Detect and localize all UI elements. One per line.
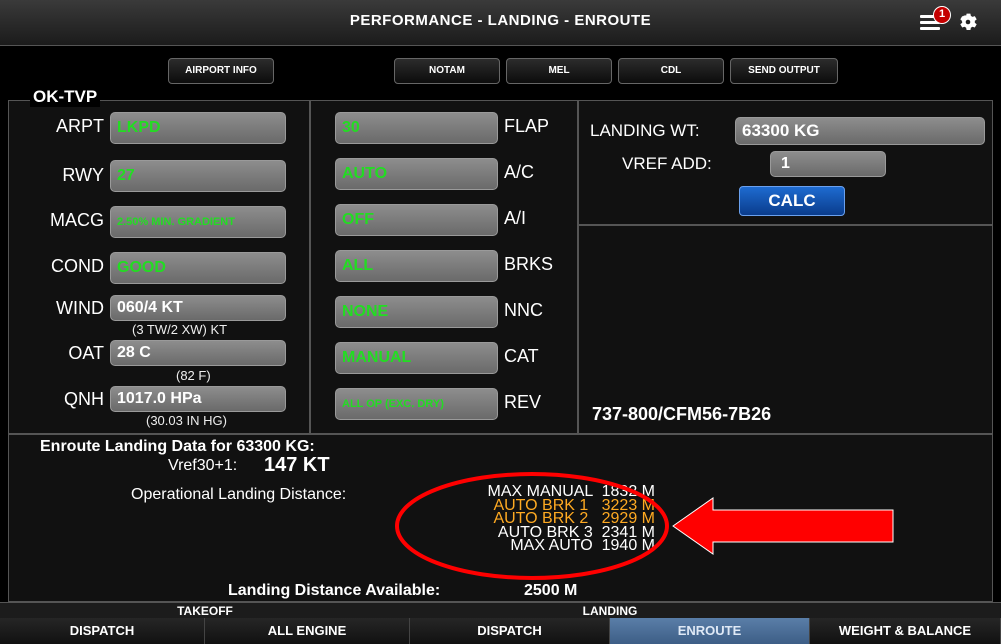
vref-value: 147 KT <box>264 454 330 476</box>
gear-icon[interactable] <box>956 10 980 34</box>
qnh-inhg: (30.03 IN HG) <box>146 413 227 428</box>
send-output-button[interactable]: SEND OUTPUT <box>730 58 838 84</box>
landing-group-label: LANDING <box>410 602 810 618</box>
wind-components: (3 TW/2 XW) KT <box>132 322 228 337</box>
wind-field[interactable]: 060/4 KT <box>110 295 286 321</box>
rwy-field[interactable]: 27 <box>110 160 286 192</box>
ac-label: A/C <box>504 162 535 182</box>
mel-button[interactable]: MEL <box>506 58 612 84</box>
brks-field[interactable]: ALL <box>335 250 498 282</box>
calc-button[interactable]: CALC <box>739 186 845 216</box>
rev-label: REV <box>504 392 542 412</box>
tab-landing-enroute[interactable]: ENROUTE <box>610 618 810 644</box>
macg-field[interactable]: 2.50% MIN. GRADIENT <box>110 206 286 238</box>
flap-field[interactable]: 30 <box>335 112 498 144</box>
ac-field[interactable]: AUTO <box>335 158 498 190</box>
wind-label: WIND <box>56 298 104 318</box>
landing-weight-field[interactable]: 63300 KG <box>735 117 985 145</box>
annotation-overlay <box>395 472 894 580</box>
oat-fahrenheit: (82 F) <box>176 368 211 383</box>
vref-label: Vref30+1: <box>168 457 238 474</box>
aircraft-registration: OK-TVP <box>30 87 101 107</box>
tab-landing-dispatch[interactable]: DISPATCH <box>410 618 610 644</box>
wb-group-spacer <box>810 602 1001 618</box>
rev-field[interactable]: ALL OP (EXC. DRY) <box>335 388 498 420</box>
cond-field[interactable]: GOOD <box>110 252 286 284</box>
landing-weight-label: LANDING WT: <box>590 121 700 140</box>
nnc-field[interactable]: NONE <box>335 296 498 328</box>
cdl-button[interactable]: CDL <box>618 58 724 84</box>
title-bar: PERFORMANCE - LANDING - ENROUTE 1 <box>0 0 1001 46</box>
annotation-arrow <box>672 497 894 555</box>
tab-takeoff-dispatch[interactable]: DISPATCH <box>0 618 205 644</box>
arpt-field[interactable]: LKPD <box>110 112 286 144</box>
rwy-label: RWY <box>62 165 104 185</box>
vref-add-field[interactable]: 1 <box>770 151 886 177</box>
brks-label: BRKS <box>504 254 554 274</box>
flap-label: FLAP <box>504 116 550 136</box>
qnh-label: QNH <box>64 389 104 409</box>
annotation-ellipse <box>395 472 669 580</box>
ai-field[interactable]: OFF <box>335 204 498 236</box>
landing-distance-label: Operational Landing Distance: <box>131 486 347 503</box>
notification-badge: 1 <box>933 6 951 24</box>
vref-add-label: VREF ADD: <box>622 154 712 173</box>
macg-label: MACG <box>50 210 104 230</box>
qnh-field[interactable]: 1017.0 HPa <box>110 386 286 412</box>
notification-menu-icon[interactable]: 1 <box>920 6 951 32</box>
airport-info-button[interactable]: AIRPORT INFO <box>168 58 274 84</box>
cond-label: COND <box>51 256 104 276</box>
tab-takeoff-all-engine[interactable]: ALL ENGINE <box>205 618 410 644</box>
cat-label: CAT <box>504 346 539 366</box>
info-panel <box>578 225 993 434</box>
arpt-label: ARPT <box>55 116 104 136</box>
tab-weight-balance[interactable]: WEIGHT & BALANCE <box>810 618 1001 644</box>
ai-label: A/I <box>504 208 527 228</box>
notam-button[interactable]: NOTAM <box>394 58 500 84</box>
aircraft-model: 737-800/CFM56-7B26 <box>592 404 772 424</box>
cat-field[interactable]: MANUAL <box>335 342 498 374</box>
oat-field[interactable]: 28 C <box>110 340 286 366</box>
page-title: PERFORMANCE - LANDING - ENROUTE <box>349 12 652 29</box>
oat-label: OAT <box>68 343 104 363</box>
takeoff-group-label: TAKEOFF <box>0 602 410 618</box>
nnc-label: NNC <box>504 300 543 320</box>
